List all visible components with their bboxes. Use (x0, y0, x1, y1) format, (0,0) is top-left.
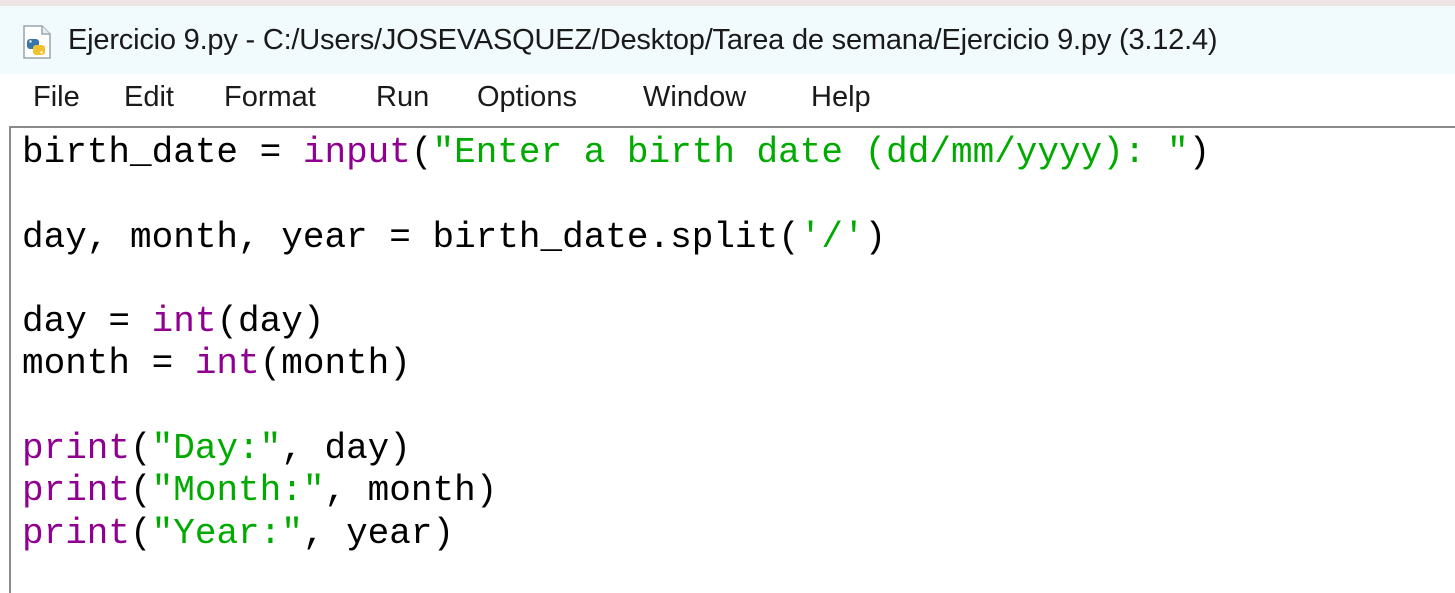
builtin-token: int (194, 343, 260, 385)
code-token: , year) (302, 512, 455, 554)
code-token: day = (22, 301, 152, 343)
code-token: ( (410, 132, 433, 173)
code-line-1: birth_date = input("Enter a birth date (… (22, 132, 1210, 173)
code-line-5: day = int(day) (22, 301, 324, 342)
menu-run[interactable]: Run (376, 81, 429, 114)
code-token: , month) (324, 470, 498, 512)
menu-format[interactable]: Format (224, 81, 316, 114)
code-line-8: print("Day:", day) (22, 428, 411, 469)
builtin-token: print (22, 470, 131, 512)
code-token: (month) (259, 343, 411, 385)
string-token: '/' (799, 216, 865, 258)
menu-edit[interactable]: Edit (124, 81, 174, 114)
code-line-3: day, month, year = birth_date.split('/') (22, 217, 886, 258)
builtin-token: print (22, 512, 131, 554)
python-file-icon (22, 25, 52, 59)
code-text: birth_date = input("Enter a birth date (… (22, 132, 1210, 555)
window-title: Ejercicio 9.py - C:/Users/JOSEVASQUEZ/De… (68, 24, 1218, 56)
code-token: ) (1188, 132, 1211, 173)
string-token: "Enter a birth date (dd/mm/yyyy): " (432, 132, 1189, 173)
code-token: month = (22, 343, 195, 385)
menu-options[interactable]: Options (477, 81, 577, 114)
code-token: day, month, year = birth_date.split( (22, 216, 800, 258)
code-token: birth_date = (22, 132, 303, 173)
title-bar[interactable]: Ejercicio 9.py - C:/Users/JOSEVASQUEZ/De… (0, 0, 1455, 74)
code-token: ( (130, 470, 152, 512)
menu-window[interactable]: Window (643, 81, 746, 114)
code-token: (day) (216, 301, 325, 343)
menu-bar: File Edit Format Run Options Window Help (0, 74, 1455, 126)
code-token: ( (130, 512, 152, 554)
code-token: ( (130, 428, 152, 470)
builtin-token: print (22, 428, 131, 470)
string-token: "Month:" (151, 470, 325, 512)
idle-editor-window: Ejercicio 9.py - C:/Users/JOSEVASQUEZ/De… (0, 0, 1455, 593)
code-line-10: print("Year:", year) (22, 513, 454, 554)
menu-file[interactable]: File (33, 81, 80, 114)
code-line-6: month = int(month) (22, 343, 411, 384)
code-line-9: print("Month:", month) (22, 470, 497, 511)
code-token: ) (864, 216, 887, 258)
code-editor[interactable]: birth_date = input("Enter a birth date (… (9, 126, 1455, 593)
string-token: "Day:" (151, 428, 282, 470)
menu-help[interactable]: Help (811, 81, 871, 114)
code-token: , day) (281, 428, 411, 470)
builtin-token: input (302, 132, 411, 173)
string-token: "Year:" (151, 512, 303, 554)
builtin-token: int (151, 301, 217, 343)
